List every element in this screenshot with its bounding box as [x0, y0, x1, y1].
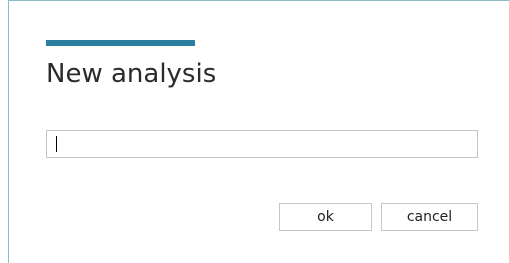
- ok-button[interactable]: ok: [279, 203, 372, 231]
- cancel-button[interactable]: cancel: [381, 203, 478, 231]
- title-accent-bar: [46, 40, 195, 46]
- new-analysis-dialog: New analysis ok cancel: [0, 0, 509, 263]
- dialog-border-top: [8, 0, 509, 1]
- analysis-name-input[interactable]: [46, 130, 478, 158]
- dialog-border-left: [8, 0, 9, 263]
- text-cursor: [56, 136, 57, 152]
- dialog-title: New analysis: [46, 59, 217, 89]
